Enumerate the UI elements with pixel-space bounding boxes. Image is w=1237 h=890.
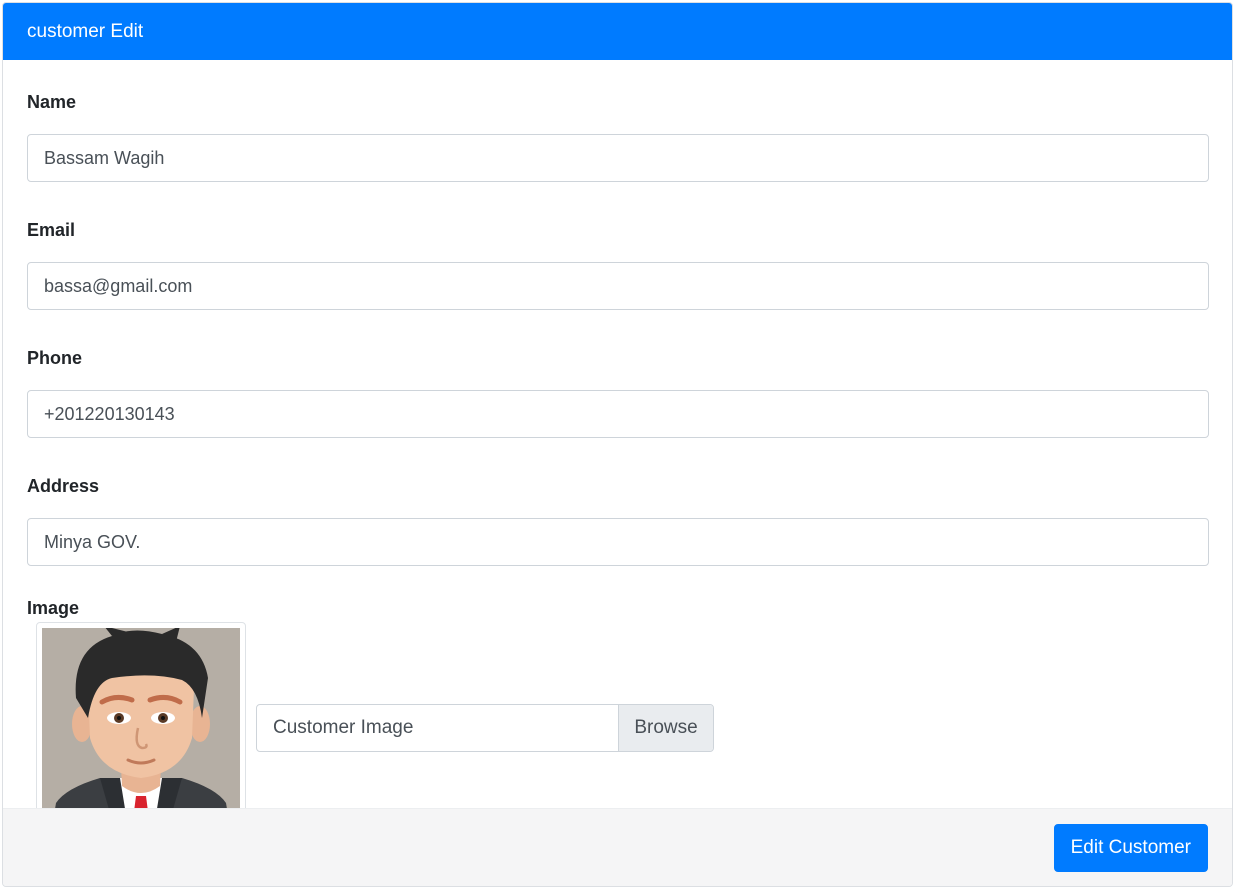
address-input[interactable]: Minya GOV.: [27, 518, 1209, 566]
phone-input[interactable]: +201220130143: [27, 390, 1209, 438]
file-input-label[interactable]: Customer Image: [257, 705, 618, 751]
avatar-icon: [42, 628, 240, 827]
image-row: Customer Image Browse: [36, 622, 1208, 833]
customer-avatar-thumbnail: [36, 622, 246, 833]
name-label: Name: [27, 92, 77, 112]
phone-group: Phone +201220130143: [27, 346, 1209, 438]
browse-button[interactable]: Browse: [618, 704, 713, 751]
name-group: Name Bassam Wagih: [27, 90, 1209, 182]
customer-image-file-input[interactable]: Customer Image Browse: [256, 703, 714, 752]
card-body: Name Bassam Wagih Email bassa@gmail.com …: [3, 60, 1232, 833]
name-input[interactable]: Bassam Wagih: [27, 134, 1209, 182]
email-label: Email: [27, 220, 76, 240]
card-header: customer Edit: [3, 3, 1232, 60]
image-label: Image: [27, 598, 80, 618]
edit-customer-button[interactable]: Edit Customer: [1053, 823, 1208, 872]
image-group: Image Customer Image Browse: [27, 596, 1208, 833]
email-input[interactable]: bassa@gmail.com: [27, 262, 1209, 310]
card-title: customer Edit: [27, 20, 144, 42]
email-group: Email bassa@gmail.com: [27, 218, 1209, 310]
customer-edit-card: customer Edit Name Bassam Wagih Email ba…: [2, 2, 1233, 887]
card-footer: Edit Customer: [3, 808, 1232, 886]
address-group: Address Minya GOV.: [27, 474, 1209, 566]
address-label: Address: [27, 476, 100, 496]
phone-label: Phone: [27, 348, 83, 368]
